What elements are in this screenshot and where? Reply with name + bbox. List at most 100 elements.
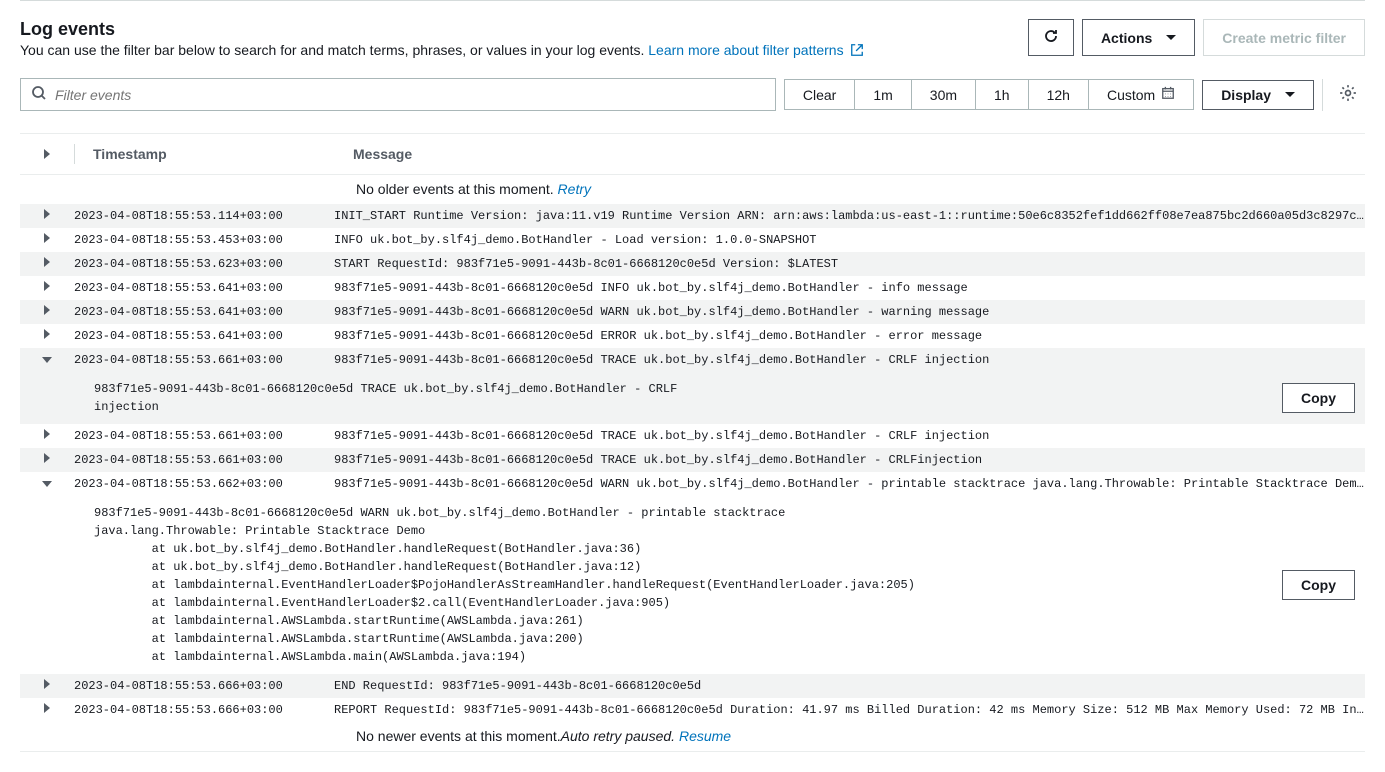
chevron-right-icon <box>44 329 50 339</box>
log-row: 2023-04-08T18:55:53.666+03:00 REPORT Req… <box>20 698 1365 722</box>
time-1m[interactable]: 1m <box>855 80 911 109</box>
log-message: 983f71e5-9091-443b-8c01-6668120c0e5d ERR… <box>334 327 1365 345</box>
row-expand-toggle[interactable] <box>44 303 50 321</box>
column-header-message: Message <box>353 146 1365 162</box>
log-message: 983f71e5-9091-443b-8c01-6668120c0e5d INF… <box>334 279 1365 297</box>
chevron-right-icon <box>44 453 50 463</box>
log-message: INFO uk.bot_by.slf4j_demo.BotHandler - L… <box>334 231 1365 249</box>
log-row: 2023-04-08T18:55:53.661+03:00 983f71e5-9… <box>20 424 1365 448</box>
expanded-log-text: 983f71e5-9091-443b-8c01-6668120c0e5d WAR… <box>94 504 1345 666</box>
chevron-down-icon <box>42 357 52 363</box>
actions-button[interactable]: Actions <box>1082 19 1195 56</box>
filter-search-box[interactable] <box>20 78 776 111</box>
expand-all-toggle[interactable] <box>44 146 50 162</box>
caret-down-icon <box>1285 92 1295 97</box>
row-expand-toggle[interactable] <box>42 475 52 493</box>
log-row: 2023-04-08T18:55:53.641+03:00 983f71e5-9… <box>20 324 1365 348</box>
log-timestamp: 2023-04-08T18:55:53.661+03:00 <box>74 427 334 445</box>
log-message: 983f71e5-9091-443b-8c01-6668120c0e5d WAR… <box>334 475 1365 493</box>
copy-button[interactable]: Copy <box>1282 570 1355 600</box>
refresh-icon <box>1043 28 1059 47</box>
log-timestamp: 2023-04-08T18:55:53.641+03:00 <box>74 303 334 321</box>
older-events-status: No older events at this moment. Retry <box>20 175 1365 204</box>
learn-more-link[interactable]: Learn more about filter patterns <box>648 42 863 58</box>
row-expand-toggle[interactable] <box>44 701 50 719</box>
log-timestamp: 2023-04-08T18:55:53.453+03:00 <box>74 231 334 249</box>
chevron-right-icon <box>44 281 50 291</box>
page-description: You can use the filter bar below to sear… <box>20 42 864 60</box>
log-message: END RequestId: 983f71e5-9091-443b-8c01-6… <box>334 677 1365 695</box>
log-message: INIT_START Runtime Version: java:11.v19 … <box>334 207 1365 225</box>
log-row: 2023-04-08T18:55:53.666+03:00 END Reques… <box>20 674 1365 698</box>
log-row: 2023-04-08T18:55:53.641+03:00 983f71e5-9… <box>20 276 1365 300</box>
log-timestamp: 2023-04-08T18:55:53.114+03:00 <box>74 207 334 225</box>
time-30m[interactable]: 30m <box>912 80 976 109</box>
row-expand-toggle[interactable] <box>44 231 50 249</box>
chevron-right-icon <box>44 149 50 159</box>
log-timestamp: 2023-04-08T18:55:53.666+03:00 <box>74 701 334 719</box>
chevron-right-icon <box>44 257 50 267</box>
chevron-right-icon <box>44 703 50 713</box>
filter-input[interactable] <box>55 87 765 103</box>
calendar-icon <box>1161 86 1175 103</box>
external-link-icon <box>850 43 864 60</box>
chevron-right-icon <box>44 233 50 243</box>
expanded-log-detail: 983f71e5-9091-443b-8c01-6668120c0e5d WAR… <box>20 496 1365 674</box>
settings-button[interactable] <box>1331 76 1365 113</box>
log-timestamp: 2023-04-08T18:55:53.641+03:00 <box>74 279 334 297</box>
copy-button[interactable]: Copy <box>1282 383 1355 413</box>
time-custom[interactable]: Custom <box>1089 80 1193 109</box>
log-message: REPORT RequestId: 983f71e5-9091-443b-8c0… <box>334 701 1365 719</box>
log-timestamp: 2023-04-08T18:55:53.641+03:00 <box>74 327 334 345</box>
log-message: 983f71e5-9091-443b-8c01-6668120c0e5d TRA… <box>334 351 1365 369</box>
refresh-button[interactable] <box>1028 19 1074 56</box>
log-timestamp: 2023-04-08T18:55:53.666+03:00 <box>74 677 334 695</box>
chevron-right-icon <box>44 679 50 689</box>
row-expand-toggle[interactable] <box>44 327 50 345</box>
log-row: 2023-04-08T18:55:53.114+03:00 INIT_START… <box>20 204 1365 228</box>
chevron-right-icon <box>44 209 50 219</box>
log-timestamp: 2023-04-08T18:55:53.623+03:00 <box>74 255 334 273</box>
log-row: 2023-04-08T18:55:53.641+03:00 983f71e5-9… <box>20 300 1365 324</box>
log-timestamp: 2023-04-08T18:55:53.661+03:00 <box>74 351 334 369</box>
expanded-log-text: 983f71e5-9091-443b-8c01-6668120c0e5d TRA… <box>94 380 1345 416</box>
chevron-right-icon <box>44 305 50 315</box>
clear-filter-button[interactable]: Clear <box>785 80 855 109</box>
log-row: 2023-04-08T18:55:53.662+03:00 983f71e5-9… <box>20 472 1365 496</box>
log-timestamp: 2023-04-08T18:55:53.661+03:00 <box>74 451 334 469</box>
time-range-group: Clear 1m 30m 1h 12h Custom <box>784 79 1194 110</box>
log-row: 2023-04-08T18:55:53.661+03:00 983f71e5-9… <box>20 348 1365 372</box>
log-events-table: Timestamp Message No older events at thi… <box>20 133 1365 752</box>
retry-link[interactable]: Retry <box>558 181 591 197</box>
log-row: 2023-04-08T18:55:53.453+03:00 INFO uk.bo… <box>20 228 1365 252</box>
chevron-down-icon <box>42 481 52 487</box>
create-metric-filter-button[interactable]: Create metric filter <box>1203 19 1365 56</box>
row-expand-toggle[interactable] <box>44 427 50 445</box>
time-1h[interactable]: 1h <box>976 80 1029 109</box>
log-message: 983f71e5-9091-443b-8c01-6668120c0e5d WAR… <box>334 303 1365 321</box>
time-12h[interactable]: 12h <box>1029 80 1089 109</box>
log-message: 983f71e5-9091-443b-8c01-6668120c0e5d TRA… <box>334 451 1365 469</box>
row-expand-toggle[interactable] <box>44 279 50 297</box>
divider <box>1322 79 1323 111</box>
search-icon <box>31 85 47 104</box>
row-expand-toggle[interactable] <box>44 451 50 469</box>
log-row: 2023-04-08T18:55:53.623+03:00 START Requ… <box>20 252 1365 276</box>
gear-icon <box>1339 89 1357 105</box>
row-expand-toggle[interactable] <box>42 351 52 369</box>
caret-down-icon <box>1166 35 1176 40</box>
newer-events-status: No newer events at this moment. Auto ret… <box>20 722 1365 751</box>
resume-link[interactable]: Resume <box>679 728 731 744</box>
row-expand-toggle[interactable] <box>44 255 50 273</box>
row-expand-toggle[interactable] <box>44 207 50 225</box>
expanded-log-detail: 983f71e5-9091-443b-8c01-6668120c0e5d TRA… <box>20 372 1365 424</box>
log-timestamp: 2023-04-08T18:55:53.662+03:00 <box>74 475 334 493</box>
page-title: Log events <box>20 19 864 40</box>
log-message: START RequestId: 983f71e5-9091-443b-8c01… <box>334 255 1365 273</box>
row-expand-toggle[interactable] <box>44 677 50 695</box>
column-header-timestamp: Timestamp <box>93 146 353 162</box>
log-message: 983f71e5-9091-443b-8c01-6668120c0e5d TRA… <box>334 427 1365 445</box>
log-row: 2023-04-08T18:55:53.661+03:00 983f71e5-9… <box>20 448 1365 472</box>
display-button[interactable]: Display <box>1202 80 1314 110</box>
chevron-right-icon <box>44 429 50 439</box>
